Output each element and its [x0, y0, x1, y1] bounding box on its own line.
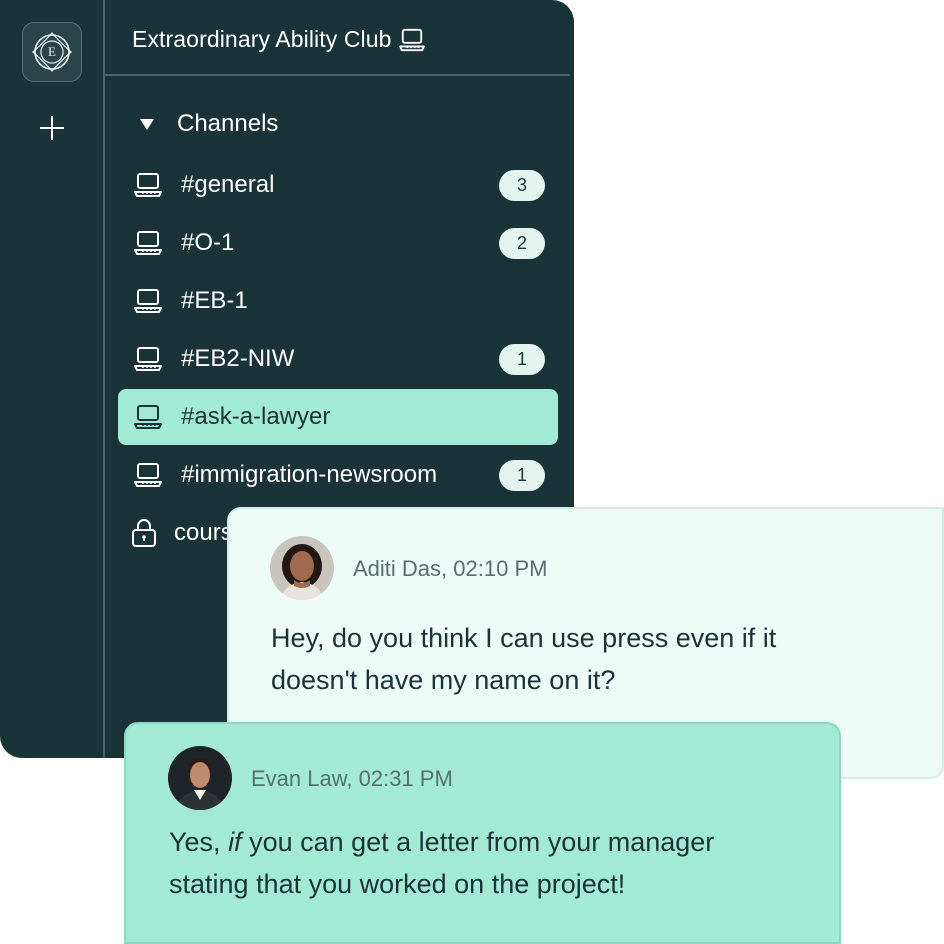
- channel-item-eb2-niw[interactable]: #EB2-NIW 1: [118, 331, 558, 387]
- message-text-segment: Yes,: [169, 827, 229, 857]
- channel-label: #general: [181, 171, 275, 198]
- triangle-down-icon[interactable]: [140, 118, 154, 130]
- laptop-icon: [134, 173, 162, 197]
- plus-icon[interactable]: [32, 108, 72, 148]
- channel-label: #EB-1: [181, 287, 248, 314]
- message-time: 02:31 PM: [358, 766, 453, 791]
- author-name: Evan Law,: [251, 766, 353, 791]
- author-name: Aditi Das,: [353, 556, 448, 581]
- message-text-emphasis: if: [228, 827, 242, 857]
- channels-section-header[interactable]: Channels: [136, 110, 278, 138]
- channel-item-immigration-newsroom[interactable]: #immigration-newsroom 1: [118, 447, 558, 503]
- message-time: 02:10 PM: [453, 556, 548, 581]
- channel-label: #O-1: [181, 229, 235, 256]
- laptop-icon: [134, 231, 162, 255]
- server-header: Extraordinary Ability Club: [105, 0, 570, 76]
- channel-item-eb-1[interactable]: #EB-1: [118, 273, 558, 329]
- unread-badge: 1: [499, 460, 545, 491]
- unread-badge: 2: [499, 228, 545, 259]
- laptop-icon: [134, 463, 162, 487]
- laptop-icon: [134, 405, 162, 429]
- message-text: Hey, do you think I can use press even i…: [271, 617, 776, 701]
- channel-label: #immigration-newsroom: [181, 461, 438, 488]
- channel-item-o-1[interactable]: #O-1 2: [118, 215, 558, 271]
- avatar[interactable]: [168, 746, 232, 810]
- message-text-segment: you can get a letter from your manager: [241, 827, 715, 857]
- channel-label: #ask-a-lawyer: [181, 403, 331, 430]
- logo-letter: E: [48, 44, 56, 59]
- reply-card: Evan Law, 02:31 PM Yes, if you can get a…: [124, 722, 841, 944]
- message-text-line: stating that you worked on the project!: [169, 869, 626, 899]
- channel-item-general[interactable]: #general 3: [118, 157, 558, 213]
- message-text: Yes, if you can get a letter from your m…: [169, 821, 714, 905]
- laptop-icon: [398, 28, 425, 51]
- server-title[interactable]: Extraordinary Ability Club: [132, 26, 425, 53]
- channel-label: cours: [174, 519, 233, 546]
- avatar[interactable]: [270, 536, 334, 600]
- message-text-line: Hey, do you think I can use press even i…: [271, 623, 777, 653]
- message-author-line: Evan Law, 02:31 PM: [251, 766, 453, 792]
- message-author-line: Aditi Das, 02:10 PM: [353, 556, 547, 582]
- unread-badge: 3: [499, 170, 545, 201]
- unread-badge: 1: [499, 344, 545, 375]
- message-text-line: Yes, if you can get a letter from your m…: [169, 821, 714, 863]
- server-title-text: Extraordinary Ability Club: [132, 26, 392, 52]
- channel-item-ask-a-lawyer[interactable]: #ask-a-lawyer: [118, 389, 558, 445]
- section-label: Channels: [177, 110, 279, 137]
- seal-logo-icon[interactable]: E: [22, 22, 82, 82]
- lock-icon: [132, 519, 156, 547]
- message-text-line: doesn't have my name on it?: [271, 665, 616, 695]
- server-rail: E: [0, 0, 105, 758]
- laptop-icon: [134, 289, 162, 313]
- channel-label: #EB2-NIW: [181, 345, 295, 372]
- laptop-icon: [134, 347, 162, 371]
